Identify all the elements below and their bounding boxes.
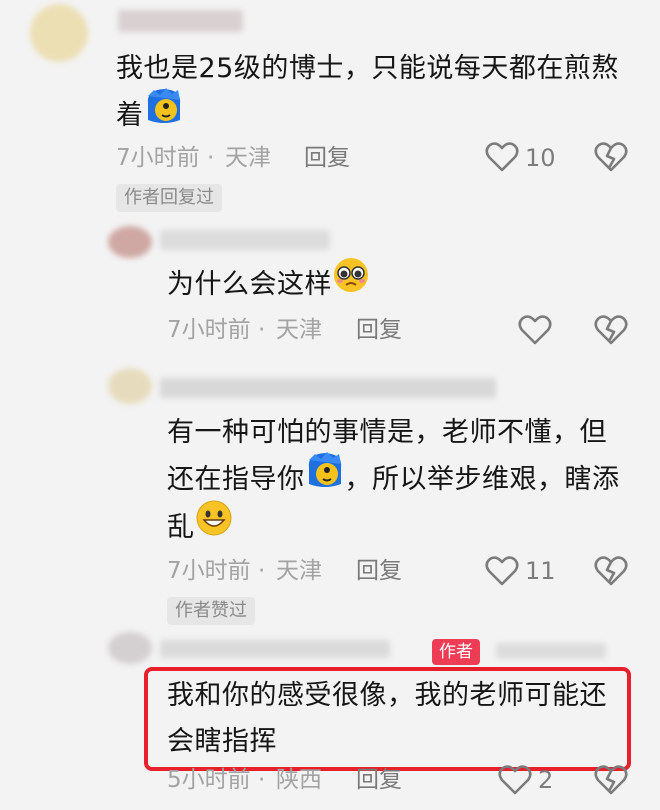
comment-text: 我和你的感受很像，我的老师可能还 会瞎指挥	[167, 680, 607, 757]
reply-button[interactable]: 回复	[356, 555, 402, 587]
avatar[interactable]	[108, 368, 152, 404]
heart-outline-icon[interactable]	[518, 314, 552, 346]
comment-time: 7小时前	[167, 558, 251, 584]
broken-heart-icon[interactable]	[594, 555, 628, 587]
blue-face-emoji-icon	[305, 450, 345, 505]
author-replied-tag: 作者回复过	[116, 184, 222, 212]
avatar[interactable]	[108, 632, 152, 664]
author-liked-tag: 作者赞过	[167, 597, 255, 625]
heart-outline-icon[interactable]	[485, 141, 519, 173]
username-blurred[interactable]	[118, 10, 243, 32]
blue-face-emoji-icon	[144, 86, 184, 141]
heart-outline-icon[interactable]	[485, 555, 519, 587]
broken-heart-icon[interactable]	[594, 314, 628, 346]
comment-location: 天津	[276, 317, 322, 343]
separator: ·	[258, 558, 266, 584]
separator: ·	[207, 145, 215, 171]
username-blurred[interactable]	[160, 378, 496, 398]
comment-time: 7小时前	[167, 317, 251, 343]
like-count: 10	[525, 144, 556, 172]
reply-button[interactable]: 回复	[356, 764, 402, 796]
broken-heart-icon[interactable]	[594, 764, 628, 796]
avatar[interactable]	[30, 4, 88, 62]
reply-button[interactable]: 回复	[304, 142, 350, 174]
avatar[interactable]	[108, 226, 152, 258]
username-blurred[interactable]	[160, 230, 330, 250]
author-badge: 作者	[432, 639, 480, 665]
separator: ·	[258, 767, 266, 793]
comment-text: 我也是25级的博士，只能说每天都在煎熬 着	[116, 46, 636, 141]
comment-text: 为什么会这样	[167, 258, 607, 309]
separator: ·	[258, 317, 266, 343]
comment-location: 陕西	[276, 767, 322, 793]
reply-button[interactable]: 回复	[356, 314, 402, 346]
pleading-face-emoji-icon	[332, 256, 370, 309]
like-count: 11	[525, 557, 556, 585]
comment-time: 5小时前	[167, 767, 251, 793]
comment-location: 天津	[225, 145, 271, 171]
smiley-face-emoji-icon	[195, 499, 233, 552]
username-blurred-suffix	[496, 643, 606, 659]
broken-heart-icon[interactable]	[594, 141, 628, 173]
like-count: 2	[538, 766, 554, 794]
comment-location: 天津	[276, 558, 322, 584]
username-blurred[interactable]	[160, 640, 390, 658]
comment-text: 有一种可怕的事情是，老师不懂，但 还在指导你 ，所以举步维艰，瞎添 乱	[167, 410, 637, 552]
heart-outline-icon[interactable]	[498, 764, 532, 796]
comment-time: 7小时前	[116, 145, 200, 171]
